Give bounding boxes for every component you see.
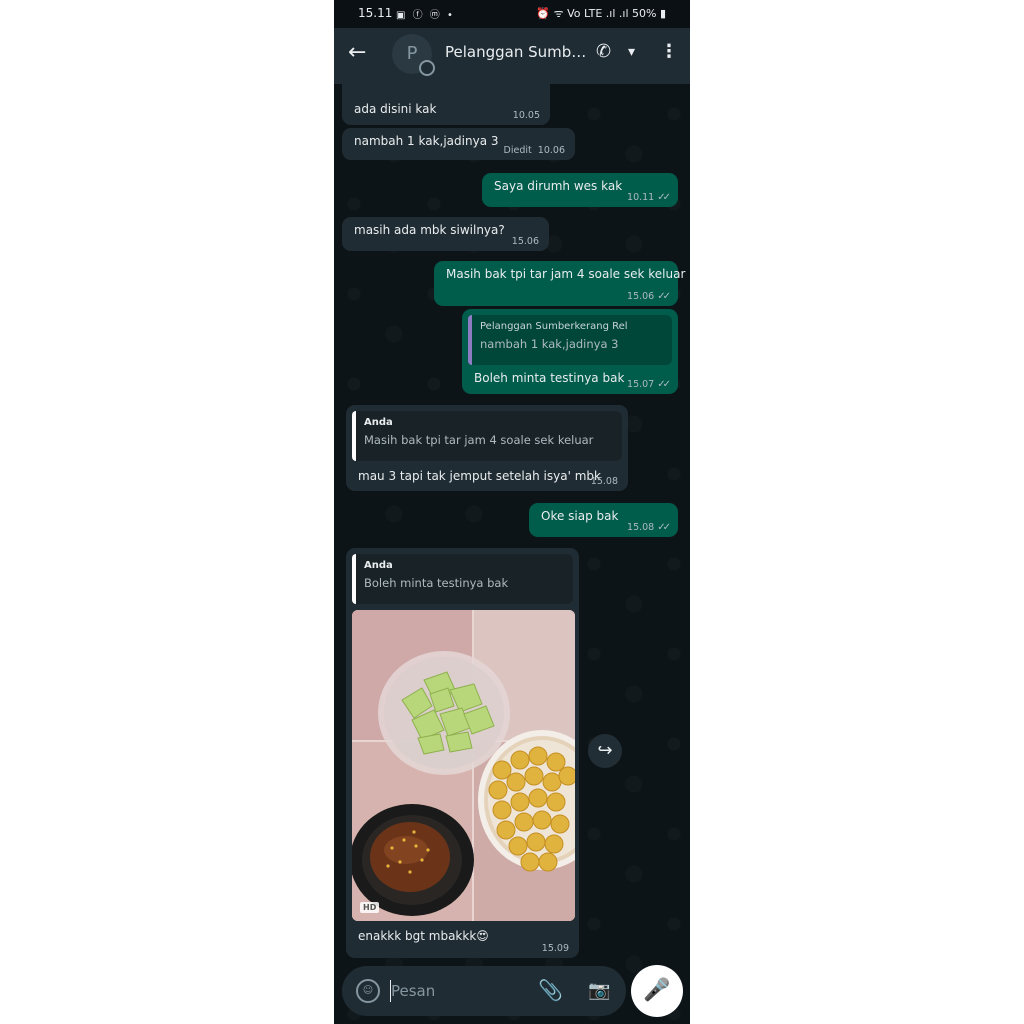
- voice-call-icon[interactable]: ✆: [596, 41, 611, 62]
- quote-bar: [468, 315, 472, 365]
- message-text: ada disini kak: [354, 102, 437, 116]
- avatar-letter: P: [406, 43, 418, 64]
- message-time: 10.11: [627, 192, 655, 203]
- quoted-message[interactable]: Pelanggan Sumberkerang Rel nambah 1 kak,…: [468, 315, 672, 365]
- message-time: 15.06: [627, 291, 655, 302]
- message-time: 15.08: [627, 522, 655, 533]
- message-bubble-incoming[interactable]: masih ada mbk siwilnya? 15.06: [342, 217, 549, 251]
- message-bubble-incoming[interactable]: Anda Boleh minta testinya bak HD enakkk …: [346, 548, 579, 958]
- message-time: 10.05: [512, 110, 540, 121]
- camera-icon[interactable]: 📷: [588, 980, 610, 1001]
- quoted-message[interactable]: Anda Masih bak tpi tar jam 4 soale sek k…: [352, 411, 622, 461]
- status-time: 15.11: [358, 6, 393, 20]
- message-text: enakkk bgt mbakkk😍: [358, 929, 489, 943]
- message-meta: 15.08 ✓✓: [627, 522, 671, 533]
- message-input-bar: ☺ Pesan 📎 📷: [342, 966, 626, 1016]
- status-ring-icon: [419, 60, 435, 76]
- message-bubble-incoming[interactable]: ada disini kak 10.05: [342, 84, 550, 125]
- attach-icon[interactable]: 📎: [538, 978, 563, 1002]
- message-input[interactable]: Pesan: [391, 982, 435, 1000]
- message-bubble-incoming[interactable]: Anda Masih bak tpi tar jam 4 soale sek k…: [346, 405, 628, 491]
- quote-author: Anda: [364, 560, 393, 571]
- status-bar: 15.11 ▣ ⓕ ⓜ • ⏰ ᯤ Vo LTE .ıl .ıl 50% ▮: [334, 0, 690, 28]
- chevron-down-icon[interactable]: ▾: [628, 44, 635, 60]
- food-photo[interactable]: HD: [352, 610, 575, 921]
- mic-button[interactable]: 🎤: [631, 965, 683, 1017]
- phone-screen: 15.11 ▣ ⓕ ⓜ • ⏰ ᯤ Vo LTE .ıl .ıl 50% ▮ ←…: [334, 0, 690, 1024]
- message-bubble-outgoing[interactable]: Saya dirumh wes kak 10.11 ✓✓: [482, 173, 678, 207]
- message-text: Boleh minta testinya bak: [474, 371, 625, 385]
- status-right: ⏰ ᯤ Vo LTE .ıl .ıl 50% ▮: [536, 7, 666, 20]
- message-bubble-outgoing[interactable]: Masih bak tpi tar jam 4 soale sek keluar…: [434, 261, 685, 306]
- message-text: Oke siap bak: [541, 509, 619, 523]
- message-text: Saya dirumh wes kak: [494, 179, 623, 193]
- more-options-icon[interactable]: ⋮: [660, 41, 678, 62]
- message-meta: 15.06 ✓✓: [627, 291, 671, 302]
- message-time: 15.09: [541, 943, 569, 954]
- read-ticks-icon: ✓✓: [657, 291, 671, 302]
- message-time: 15.06: [511, 236, 539, 247]
- quote-author: Anda: [364, 417, 393, 428]
- read-ticks-icon: ✓✓: [657, 192, 671, 203]
- message-time: 15.07: [627, 379, 655, 390]
- message-meta: Diedit 10.06: [504, 145, 565, 156]
- mic-icon: 🎤: [643, 978, 671, 1003]
- message-bubble-incoming[interactable]: nambah 1 kak,jadinya 3 Diedit 10.06: [342, 128, 575, 160]
- message-bubble-outgoing[interactable]: Pelanggan Sumberkerang Rel nambah 1 kak,…: [462, 309, 678, 394]
- chat-header: ← P Pelanggan Sumber... ✆ ▾ ⋮: [334, 28, 690, 84]
- message-text: mau 3 tapi tak jemput setelah isya' mbk: [358, 469, 601, 483]
- avatar[interactable]: P: [392, 34, 435, 76]
- quote-bar: [352, 411, 356, 461]
- forward-icon[interactable]: ↪: [588, 734, 622, 768]
- edited-label: Diedit: [503, 145, 532, 156]
- message-text: Masih bak tpi tar jam 4 soale sek keluar: [446, 267, 686, 281]
- message-text: masih ada mbk siwilnya?: [354, 223, 505, 237]
- message-text: nambah 1 kak,jadinya 3: [354, 134, 499, 148]
- hd-badge: HD: [360, 902, 380, 913]
- food-photo-image: [352, 610, 575, 921]
- quote-text: Boleh minta testinya bak: [364, 576, 509, 590]
- message-meta: 10.11 ✓✓: [627, 192, 671, 203]
- back-arrow-icon[interactable]: ←: [348, 40, 374, 66]
- quote-text: Masih bak tpi tar jam 4 soale sek keluar: [364, 433, 594, 447]
- quote-bar: [352, 554, 356, 604]
- emoji-icon[interactable]: ☺: [356, 979, 380, 1003]
- quote-author: Pelanggan Sumberkerang Rel: [480, 321, 628, 332]
- read-ticks-icon: ✓✓: [657, 522, 671, 533]
- message-meta: 15.07 ✓✓: [627, 379, 671, 390]
- message-time: 15.08: [590, 476, 618, 487]
- message-time: 10.06: [537, 145, 565, 156]
- read-ticks-icon: ✓✓: [657, 379, 671, 390]
- message-bubble-outgoing[interactable]: Oke siap bak 15.08 ✓✓: [529, 503, 678, 537]
- notification-icons: ▣ ⓕ ⓜ •: [396, 10, 455, 21]
- quote-text: nambah 1 kak,jadinya 3: [480, 337, 619, 351]
- quoted-message[interactable]: Anda Boleh minta testinya bak: [352, 554, 573, 604]
- contact-name[interactable]: Pelanggan Sumber...: [445, 43, 595, 61]
